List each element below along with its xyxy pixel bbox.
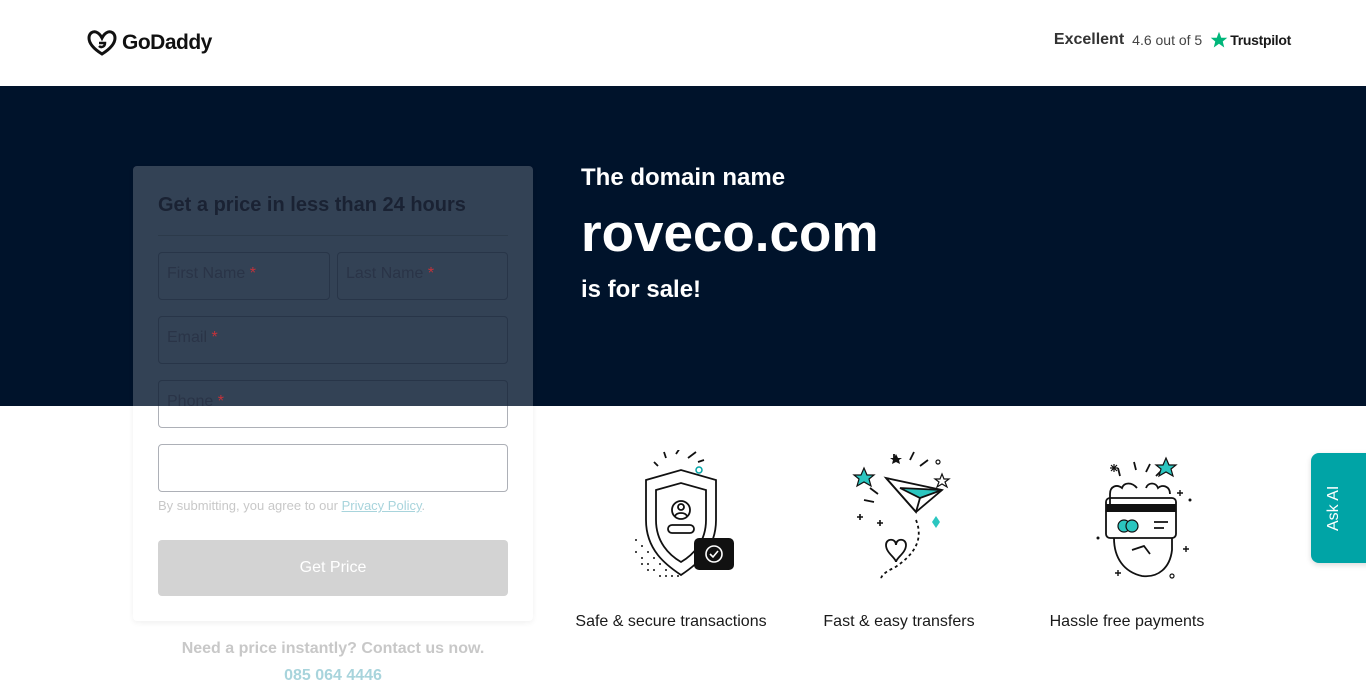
last-name-placeholder: Last Name [346, 265, 424, 282]
feature-label: Safe & secure transactions [575, 613, 767, 630]
feature-secure: Safe & secure transactions [566, 450, 776, 630]
form-title: Get a price in less than 24 hours [158, 194, 466, 216]
feature-label: Fast & easy transfers [823, 613, 975, 630]
email-placeholder: Email [167, 329, 208, 346]
trustpilot-brand: Trustpilot [1230, 32, 1291, 48]
first-name-field[interactable]: First Name * [158, 252, 330, 300]
rating-word: Excellent [1053, 31, 1125, 48]
form-divider [158, 235, 508, 236]
brand-name: GoDaddy [122, 31, 212, 54]
rating-score: 4.6 out of 5 [1132, 32, 1203, 48]
email-field[interactable]: Email * [158, 316, 508, 364]
phone-field[interactable]: Phone * [158, 380, 508, 428]
required-mark: * [217, 393, 224, 410]
domain-name: roveco.com [581, 204, 879, 263]
required-mark: * [427, 265, 435, 282]
privacy-note-text: By submitting, you agree to our [158, 498, 338, 513]
feature-payments: Hassle free payments [1022, 450, 1232, 630]
required-mark: * [249, 265, 256, 282]
godaddy-logo[interactable]: GoDaddy [86, 29, 212, 57]
hero-intro: The domain name [581, 164, 786, 191]
contact-phone-link[interactable]: 085 064 4446 [133, 667, 533, 685]
trustpilot-logo: Trustpilot [1210, 31, 1291, 49]
ask-ai-button[interactable]: Ask AI [1311, 453, 1366, 563]
godaddy-logo-icon [87, 30, 117, 56]
ask-ai-label: Ask AI [1325, 485, 1342, 531]
contact-prompt: Need a price instantly? Contact us now. [181, 640, 485, 657]
credit-card-icon [1096, 456, 1192, 579]
message-field[interactable] [158, 444, 508, 492]
last-name-field[interactable]: Last Name * [337, 252, 508, 300]
phone-placeholder: Phone [167, 393, 214, 410]
get-price-button[interactable]: Get Price [158, 540, 508, 596]
star-icon [1210, 31, 1228, 48]
price-form-card: Get a price in less than 24 hours First … [133, 166, 533, 621]
feature-transfers: Fast & easy transfers [794, 450, 1004, 630]
first-name-placeholder: First Name [167, 265, 246, 282]
trustpilot-rating[interactable]: Excellent 4.6 out of 5 Trustpilot [1054, 31, 1291, 49]
privacy-note: By submitting, you agree to our Privacy … [158, 498, 425, 513]
hero-for-sale: is for sale! [581, 276, 702, 303]
required-mark: * [211, 329, 218, 346]
privacy-note-suffix: . [421, 498, 426, 513]
feature-label: Hassle free payments [1049, 613, 1205, 630]
shield-icon [635, 450, 734, 577]
paper-plane-icon [852, 451, 951, 581]
site-header: GoDaddy Excellent 4.6 out of 5 Trustpilo… [0, 0, 1366, 86]
privacy-policy-link[interactable]: Privacy Policy [342, 498, 422, 513]
